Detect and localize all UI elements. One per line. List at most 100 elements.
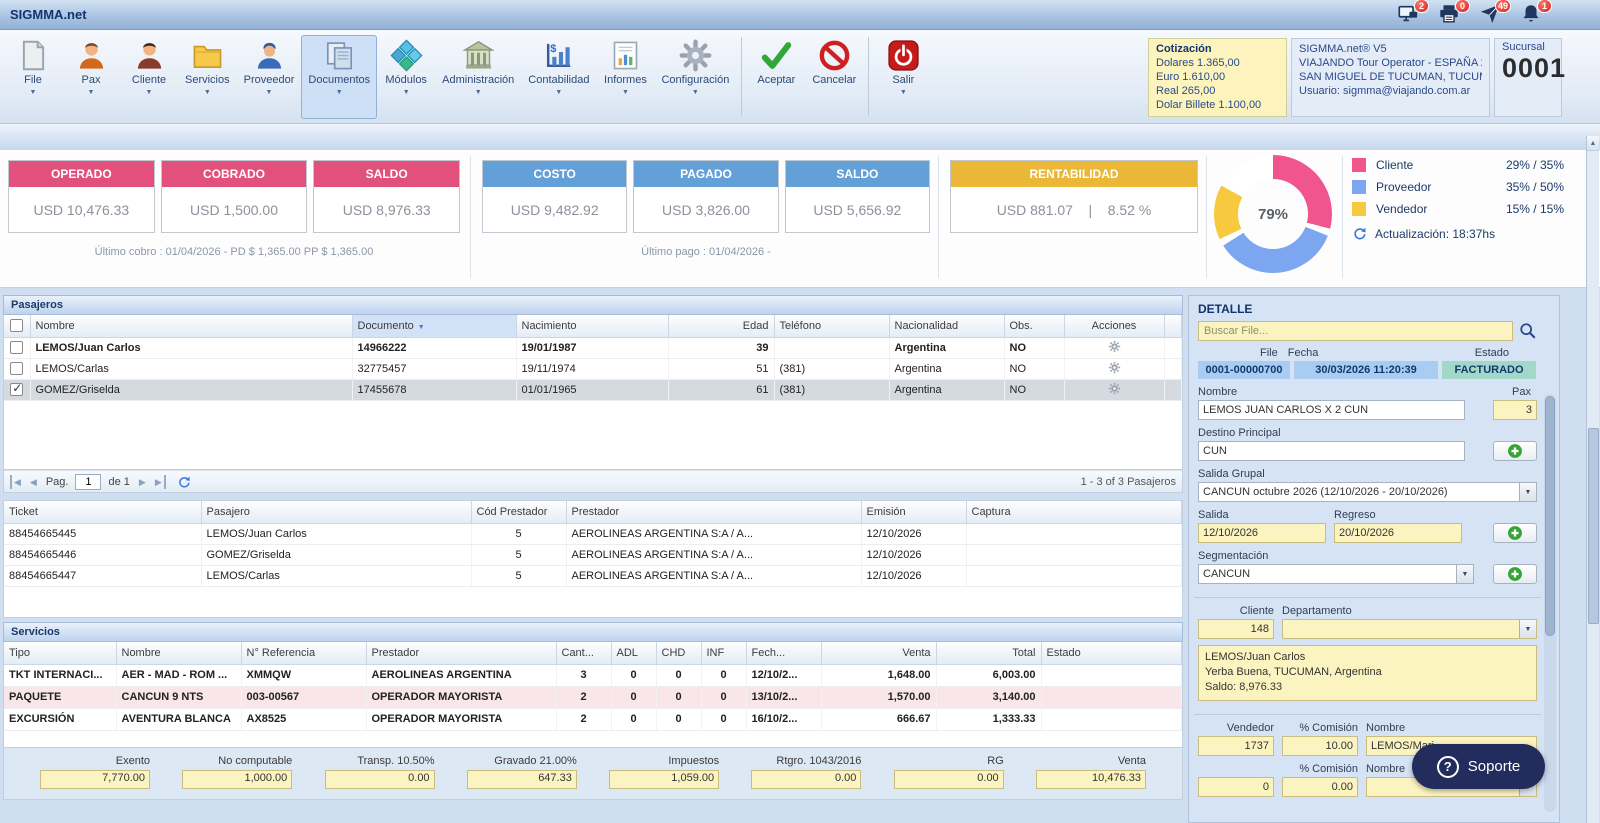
toolbar-servicios-button[interactable]: Servicios▼ — [178, 35, 237, 119]
toolbar-aceptar-button[interactable]: Aceptar — [747, 35, 805, 119]
col-header-cantidad[interactable]: Cant... — [556, 642, 611, 664]
col-header-nacionalidad[interactable]: Nacionalidad — [889, 315, 1004, 337]
toolbar-pax-button[interactable]: Pax▼ — [62, 35, 120, 119]
toolbar-salir-button[interactable]: Salir▼ — [874, 35, 932, 119]
col-header-adl[interactable]: ADL — [611, 642, 656, 664]
col-header-acciones[interactable]: Acciones — [1064, 315, 1164, 337]
col-header-pasajero[interactable]: Pasajero — [201, 501, 471, 523]
col-header-referencia[interactable]: N° Referencia — [241, 642, 366, 664]
pax-input[interactable]: 3 — [1493, 400, 1537, 420]
promotor-comision-input[interactable]: 0.00 — [1282, 777, 1358, 797]
col-header-nombre[interactable]: Nombre — [116, 642, 241, 664]
ticket-row[interactable]: 88454665447 LEMOS/Carlas 5 AEROLINEAS AR… — [4, 565, 1182, 586]
pasajero-row-selected[interactable]: GOMEZ/Griselda 17455678 01/01/1965 61 (3… — [4, 379, 1182, 400]
salida-grupal-select[interactable]: CANCUN octubre 2026 (12/10/2026 - 20/10/… — [1198, 482, 1537, 502]
select-all-header[interactable] — [4, 315, 30, 337]
salida-input[interactable]: 12/10/2026 — [1198, 523, 1326, 543]
col-header-nombre[interactable]: Nombre — [30, 315, 352, 337]
destino-input[interactable]: CUN — [1198, 441, 1465, 461]
detail-scrollbar[interactable] — [1544, 394, 1556, 812]
col-header-captura[interactable]: Captura — [966, 501, 1182, 523]
scroll-up-icon[interactable]: ▲ — [1587, 136, 1599, 151]
col-header-edad[interactable]: Edad — [668, 315, 774, 337]
col-header-obs[interactable]: Obs. — [1004, 315, 1064, 337]
total-transporte-value[interactable]: 0.00 — [325, 770, 435, 789]
col-header-total[interactable]: Total — [936, 642, 1041, 664]
cliente-codigo-input[interactable]: 148 — [1198, 619, 1274, 639]
total-rg-value[interactable]: 0.00 — [894, 770, 1004, 789]
toolbar-proveedor-button[interactable]: Proveedor▼ — [237, 35, 302, 119]
servicio-row[interactable]: PAQUETE CANCUN 9 NTS 003-00567 OPERADOR … — [4, 686, 1182, 708]
refresh-icon[interactable] — [1352, 226, 1367, 241]
page-scrollbar[interactable]: ▲ — [1586, 136, 1599, 823]
vendedor-comision-input[interactable]: 10.00 — [1282, 736, 1358, 756]
next-page-button[interactable]: ▶ — [137, 475, 148, 489]
first-page-button[interactable]: ◀ — [10, 475, 23, 489]
select-all-checkbox[interactable] — [10, 319, 23, 332]
toolbar-configuracion-button[interactable]: Configuración▼ — [654, 35, 736, 119]
search-icon[interactable] — [1519, 322, 1537, 340]
servicio-row[interactable]: TKT INTERNACI... AER - MAD - ROM ... XMM… — [4, 664, 1182, 686]
page-number-input[interactable] — [75, 474, 101, 490]
col-header-nacimiento[interactable]: Nacimiento — [516, 315, 668, 337]
toolbar-cancelar-button[interactable]: Cancelar — [805, 35, 863, 119]
segmentacion-select[interactable]: CANCUN ▼ — [1198, 564, 1474, 584]
last-page-button[interactable]: ▶ — [153, 475, 166, 489]
col-header-venta[interactable]: Venta — [821, 642, 936, 664]
file-search-input[interactable] — [1198, 321, 1513, 341]
col-header-documento[interactable]: Documento▼ — [352, 315, 516, 337]
add-fechas-button[interactable] — [1493, 523, 1537, 543]
soporte-button[interactable]: ? Soporte — [1412, 744, 1545, 789]
ticket-row[interactable]: 88454665446 GOMEZ/Griselda 5 AEROLINEAS … — [4, 544, 1182, 565]
total-no-computable-value[interactable]: 1,000.00 — [182, 770, 292, 789]
vendedor-codigo-input[interactable]: 1737 — [1198, 736, 1274, 756]
departamento-select[interactable]: ▼ — [1282, 619, 1537, 639]
add-destino-button[interactable] — [1493, 441, 1537, 461]
plane-icon[interactable]: 49 — [1479, 3, 1503, 27]
col-header-telefono[interactable]: Teléfono — [774, 315, 889, 337]
toolbar-file-button[interactable]: File▼ — [4, 35, 62, 119]
prev-page-button[interactable]: ◀ — [28, 475, 39, 489]
col-header-estado[interactable]: Estado — [1041, 642, 1182, 664]
total-impuestos-value[interactable]: 1,059.00 — [609, 770, 719, 789]
total-retencion-value[interactable]: 0.00 — [751, 770, 861, 789]
toolbar-informes-button[interactable]: Informes▼ — [596, 35, 654, 119]
row-actions-gear-icon[interactable] — [1108, 361, 1121, 374]
row-checkbox[interactable] — [10, 383, 23, 396]
detail-scrollbar-thumb[interactable] — [1545, 396, 1555, 636]
promotor-codigo-input[interactable]: 0 — [1198, 777, 1274, 797]
col-header-prestador[interactable]: Prestador — [566, 501, 861, 523]
toolbar-administracion-button[interactable]: Administración▼ — [435, 35, 521, 119]
col-header-cod-prestador[interactable]: Cód Prestador — [471, 501, 566, 523]
row-actions-gear-icon[interactable] — [1108, 340, 1121, 353]
servicio-row[interactable]: EXCURSIÓN AVENTURA BLANCA AX8525 OPERADO… — [4, 708, 1182, 730]
total-gravado-value[interactable]: 647.33 — [467, 770, 577, 789]
toolbar-contabilidad-button[interactable]: $ Contabilidad▼ — [521, 35, 596, 119]
messages-icon[interactable]: 2 — [1397, 3, 1421, 27]
col-header-emision[interactable]: Emisión — [861, 501, 966, 523]
col-header-inf[interactable]: INF — [701, 642, 746, 664]
pasajero-row[interactable]: LEMOS/Carlas 32775457 19/11/1974 51 (381… — [4, 358, 1182, 379]
page-scrollbar-thumb[interactable] — [1588, 428, 1599, 624]
total-venta-value[interactable]: 10,476.33 — [1036, 770, 1146, 789]
col-header-tipo[interactable]: Tipo — [4, 642, 116, 664]
ticket-row[interactable]: 88454665445 LEMOS/Juan Carlos 5 AEROLINE… — [4, 523, 1182, 544]
printer-icon[interactable]: 0 — [1438, 3, 1462, 27]
col-header-prestador[interactable]: Prestador — [366, 642, 556, 664]
col-header-chd[interactable]: CHD — [656, 642, 701, 664]
row-actions-gear-icon[interactable] — [1108, 382, 1121, 395]
row-checkbox[interactable] — [10, 341, 23, 354]
regreso-input[interactable]: 20/10/2026 — [1334, 523, 1462, 543]
refresh-grid-icon[interactable] — [177, 475, 191, 489]
toolbar-documentos-button[interactable]: Documentos▼ — [301, 35, 377, 119]
toolbar-cliente-button[interactable]: Cliente▼ — [120, 35, 178, 119]
add-segmentacion-button[interactable] — [1493, 564, 1537, 584]
bell-icon[interactable]: 1 — [1520, 3, 1544, 27]
toolbar-modulos-button[interactable]: Módulos▼ — [377, 35, 435, 119]
nombre-input[interactable]: LEMOS JUAN CARLOS X 2 CUN — [1198, 400, 1465, 420]
pasajero-row[interactable]: LEMOS/Juan Carlos 14966222 19/01/1987 39… — [4, 337, 1182, 358]
col-header-ticket[interactable]: Ticket — [4, 501, 201, 523]
col-header-fecha[interactable]: Fech... — [746, 642, 821, 664]
total-exento-value[interactable]: 7,770.00 — [40, 770, 150, 789]
row-checkbox[interactable] — [10, 362, 23, 375]
